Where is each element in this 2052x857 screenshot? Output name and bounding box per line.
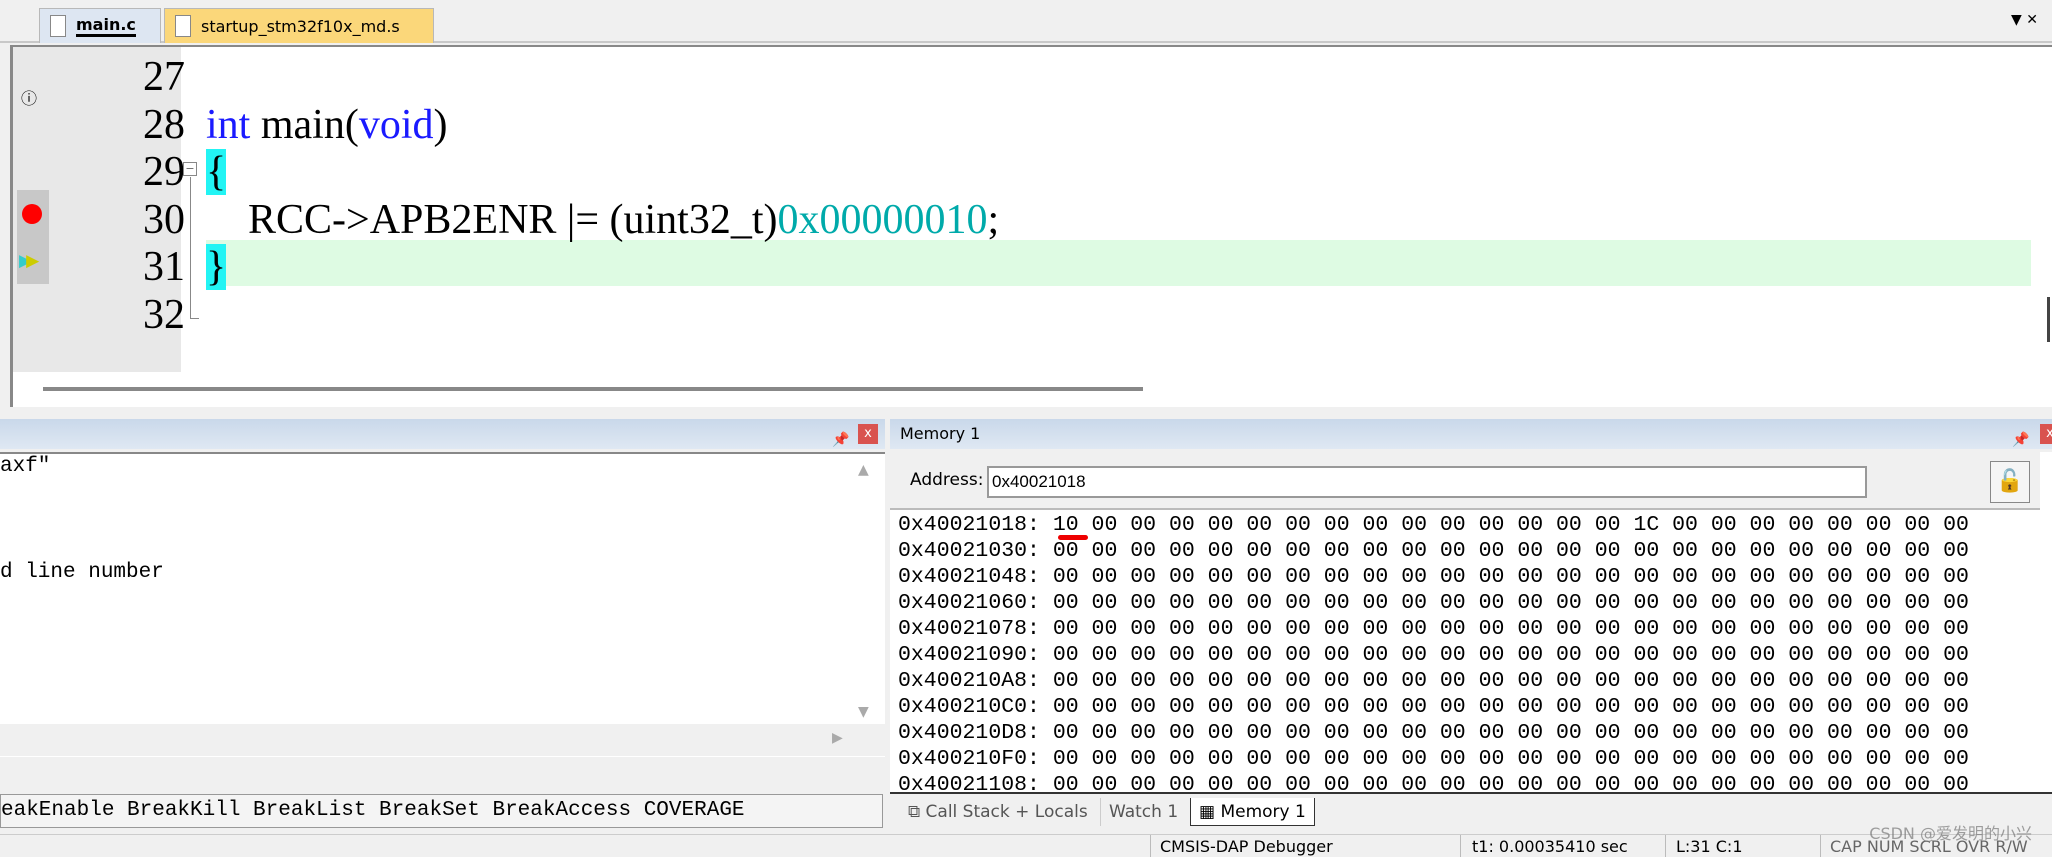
- memory-row[interactable]: 0x400210A8: 00 00 00 00 00 00 00 00 00 0…: [898, 668, 1969, 694]
- tab-dropdown-icon[interactable]: ▼ ✕: [2011, 12, 2038, 28]
- memory-bytes[interactable]: 00 00 00 00 00 00 00 00 00 00 00 00 00 0…: [1053, 695, 1969, 719]
- memory-row[interactable]: 0x40021108: 00 00 00 00 00 00 00 00 00 0…: [898, 772, 1969, 790]
- memory-bytes[interactable]: 00 00 00 00 00 00 00 00 00 00 00 00 00 0…: [1053, 747, 1969, 771]
- horizontal-scrollbar[interactable]: [43, 387, 1143, 391]
- tab-startup-file[interactable]: startup_stm32f10x_md.s: [164, 8, 434, 43]
- memory-window: Address: 0x40021018 🔓 0x40021018: 10 00 …: [890, 452, 2052, 792]
- pin-icon[interactable]: 📌: [2012, 425, 2029, 455]
- file-icon: [50, 15, 66, 37]
- code-line-29: {: [206, 149, 227, 195]
- current-line-highlight: [206, 240, 2031, 286]
- key-file-icon: [175, 15, 191, 37]
- code-line-30: RCC->APB2ENR |= (uint32_t)0x00000010;: [206, 197, 1000, 243]
- address-label: Address:: [910, 470, 984, 490]
- scroll-up-icon[interactable]: ▲: [858, 462, 869, 478]
- pin-icon[interactable]: 📌: [832, 425, 849, 455]
- status-debugger: CMSIS-DAP Debugger: [1160, 837, 1333, 856]
- memory-address: 0x40021078:: [898, 617, 1040, 641]
- memory-row[interactable]: 0x40021090: 00 00 00 00 00 00 00 00 00 0…: [898, 642, 1969, 668]
- address-input[interactable]: 0x40021018: [987, 466, 1867, 498]
- memory-address: 0x400210F0:: [898, 747, 1040, 771]
- memory-panel-header: Memory 1 📌 x: [890, 419, 2052, 449]
- output-line: d line number: [0, 561, 164, 584]
- line-number: 28: [143, 102, 185, 148]
- memory-address: 0x40021030:: [898, 539, 1040, 563]
- tab-call-stack-locals[interactable]: ⧉ Call Stack + Locals: [900, 798, 1096, 826]
- current-pc-arrow-icon: ▶▶: [19, 251, 39, 271]
- memory-address: 0x400210C0:: [898, 695, 1040, 719]
- line-number: 27: [143, 54, 185, 100]
- memory-address: 0x400210A8:: [898, 669, 1040, 693]
- tab-label: main.c: [76, 15, 136, 37]
- breakpoint-icon[interactable]: [22, 204, 42, 224]
- command-output: axf" d line number ▲ ▼ ▶: [0, 452, 885, 757]
- memory-address: 0x40021060:: [898, 591, 1040, 615]
- memory-bytes[interactable]: 00 00 00 00 00 00 00 00 00 00 00 00 00 0…: [1053, 643, 1969, 667]
- command-hint: eakEnable BreakKill BreakList BreakSet B…: [0, 794, 883, 828]
- tab-watch-1[interactable]: Watch 1: [1100, 798, 1186, 826]
- memory-bytes[interactable]: 00 00 00 00 00 00 00 00 00 00 00 00 00 0…: [1053, 669, 1969, 693]
- line-number: 30: [143, 197, 185, 243]
- memory-address: 0x40021090:: [898, 643, 1040, 667]
- memory-bytes[interactable]: 00 00 00 00 00 00 00 00 00 00 00 00 00 0…: [1053, 539, 1969, 563]
- memory-row[interactable]: 0x400210F0: 00 00 00 00 00 00 00 00 00 0…: [898, 746, 1969, 772]
- scroll-down-icon[interactable]: ▼: [858, 704, 869, 720]
- memory-bytes[interactable]: 00 00 00 00 00 00 00 00 00 00 00 00 00 0…: [1053, 773, 1969, 790]
- command-panel-header: 📌 x: [0, 419, 885, 449]
- memory-row[interactable]: 0x40021048: 00 00 00 00 00 00 00 00 00 0…: [898, 564, 1969, 590]
- code-line-28: int main(void): [206, 102, 448, 148]
- horizontal-scrollbar[interactable]: ▶: [0, 724, 885, 756]
- memory-address: 0x40021108:: [898, 773, 1040, 790]
- address-bar: Address: 0x40021018 🔓: [890, 452, 2040, 510]
- line-number: 32: [143, 292, 185, 338]
- tab-main-c[interactable]: main.c: [39, 8, 161, 43]
- output-line: axf": [0, 455, 51, 478]
- code-line-31: }: [206, 244, 227, 290]
- editor-tab-bar: main.c startup_stm32f10x_md.s ▼ ✕: [0, 0, 2052, 43]
- status-cursor-position: L:31 C:1: [1676, 837, 1743, 856]
- memory-row[interactable]: 0x40021078: 00 00 00 00 00 00 00 00 00 0…: [898, 616, 1969, 642]
- warning-icon: ⓘ: [21, 89, 38, 108]
- memory-rows: 0x40021018: 10 00 00 00 00 00 00 00 00 0…: [890, 512, 2040, 790]
- watermark: CSDN @爱发明的小兴: [1869, 824, 2032, 843]
- memory-bytes[interactable]: 00 00 00 00 00 00 00 00 00 00 00 00 00 0…: [1053, 565, 1969, 589]
- memory-bytes[interactable]: 00 00 00 00 00 00 00 00 00 00 00 00 00 0…: [1053, 591, 1969, 615]
- memory-bytes[interactable]: 00 00 00 00 00 00 00 00 00 00 00 00 00 0…: [1053, 721, 1969, 745]
- memory-row[interactable]: 0x400210D8: 00 00 00 00 00 00 00 00 00 0…: [898, 720, 1969, 746]
- status-time: t1: 0.00035410 sec: [1472, 837, 1628, 856]
- line-number: 29: [143, 149, 185, 195]
- tab-memory-1[interactable]: ▦ Memory 1: [1190, 798, 1315, 826]
- memory-row[interactable]: 0x400210C0: 00 00 00 00 00 00 00 00 00 0…: [898, 694, 1969, 720]
- memory-title: Memory 1: [900, 424, 981, 443]
- fold-line: [190, 177, 199, 319]
- memory-address: 0x40021048:: [898, 565, 1040, 589]
- memory-row[interactable]: 0x40021060: 00 00 00 00 00 00 00 00 00 0…: [898, 590, 1969, 616]
- memory-row[interactable]: 0x40021030: 00 00 00 00 00 00 00 00 00 0…: [898, 538, 1969, 564]
- line-number: 31: [143, 244, 185, 290]
- memory-address: 0x400210D8:: [898, 721, 1040, 745]
- lock-icon[interactable]: 🔓: [1990, 461, 2030, 503]
- memory-address: 0x40021018:: [898, 513, 1040, 537]
- memory-bytes[interactable]: 00 00 00 00 00 00 00 00 00 00 00 00 00 0…: [1053, 617, 1969, 641]
- code-editor[interactable]: ⓘ ▶▶ 27 28 29 30 31 32 − int main(void) …: [10, 45, 2052, 407]
- status-bar: CMSIS-DAP Debugger t1: 0.00035410 sec L:…: [0, 834, 2052, 857]
- close-icon[interactable]: x: [2040, 424, 2052, 444]
- fold-toggle-icon[interactable]: −: [183, 162, 197, 176]
- red-underline-annotation: [1058, 535, 1088, 540]
- close-icon[interactable]: x: [858, 424, 878, 444]
- vertical-scrollbar[interactable]: [2047, 297, 2050, 342]
- memory-row[interactable]: 0x40021018: 10 00 00 00 00 00 00 00 00 0…: [898, 512, 1969, 538]
- tab-label: startup_stm32f10x_md.s: [201, 16, 400, 36]
- memory-bytes[interactable]: 10 00 00 00 00 00 00 00 00 00 00 00 00 0…: [1053, 513, 1969, 537]
